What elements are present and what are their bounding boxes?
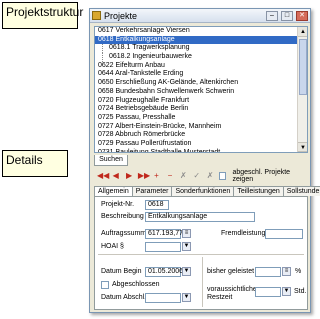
datum-abschl-field[interactable] bbox=[145, 293, 181, 303]
show-closed-checkbox[interactable] bbox=[218, 171, 227, 180]
add-record-icon[interactable]: + bbox=[152, 171, 161, 180]
chevron-down-icon[interactable]: ▼ bbox=[282, 287, 291, 296]
fremdleistung-field[interactable] bbox=[265, 229, 303, 239]
tree-item[interactable]: 0725 Passau, Presshalle bbox=[95, 114, 307, 123]
bisher-geleistet-field[interactable] bbox=[255, 267, 281, 277]
tree-scrollbar[interactable]: ▲ ▼ bbox=[297, 27, 307, 152]
beschreibung-field[interactable]: Entkalkungsanlage bbox=[145, 212, 255, 222]
auftragssumme-field[interactable]: 617.193,77 bbox=[145, 229, 183, 239]
close-button[interactable]: ✕ bbox=[296, 10, 308, 21]
hoai-select[interactable] bbox=[145, 242, 181, 252]
calculator-icon[interactable]: ≡ bbox=[182, 229, 191, 238]
delete-record-icon[interactable]: − bbox=[165, 171, 174, 180]
tab-suchen[interactable]: Suchen bbox=[94, 155, 128, 166]
title-bar[interactable]: Projekte – □ ✕ bbox=[90, 9, 310, 23]
tree-item[interactable]: 0618 Entkalkungsanlage bbox=[95, 35, 307, 45]
tree-item[interactable]: 0644 Aral-Tankstelle Erding bbox=[95, 70, 307, 79]
window-title: Projekte bbox=[104, 10, 138, 21]
tree-item[interactable]: 0729 Passau Pollerüfrustation bbox=[95, 140, 307, 149]
restzeit-field[interactable] bbox=[255, 287, 281, 297]
tree-item[interactable]: 0728 Abbruch Römerbrücke bbox=[95, 131, 307, 140]
std-unit: Std. bbox=[294, 288, 307, 295]
divider bbox=[98, 254, 304, 255]
beschreibung-label: Beschreibung bbox=[101, 213, 144, 220]
datum-beginn-label: Datum Begin bbox=[101, 268, 142, 275]
projekt-nr-label: Projekt-Nr. bbox=[101, 201, 135, 208]
datum-beginn-field[interactable]: 01.05.2006 bbox=[145, 267, 183, 277]
bisher-geleistet-label: bisher geleistet bbox=[207, 268, 255, 275]
scroll-thumb[interactable] bbox=[299, 39, 307, 95]
folder-icon bbox=[92, 11, 101, 20]
chevron-down-icon[interactable]: ▼ bbox=[182, 242, 191, 251]
last-record-icon[interactable]: ▶▶ bbox=[138, 171, 150, 180]
scroll-down-icon[interactable]: ▼ bbox=[298, 142, 307, 152]
first-record-icon[interactable]: ◀◀ bbox=[97, 171, 109, 180]
cancel-icon[interactable]: ✗ bbox=[205, 171, 214, 180]
tree-item[interactable]: 0622 Eifelturm Anbau bbox=[95, 62, 307, 71]
tree-item[interactable]: 0617 Verkehrsanlage Viersen bbox=[95, 27, 307, 36]
calculator-icon[interactable]: ≡ bbox=[282, 267, 291, 276]
hoai-label: HOAI § bbox=[101, 243, 124, 250]
tab-sollstunden[interactable]: Sollstunden bbox=[282, 186, 320, 196]
tree-item[interactable]: 0618.1 Tragwerksplanung bbox=[95, 44, 307, 54]
tab-parameter[interactable]: Parameter bbox=[131, 186, 173, 196]
tree-item[interactable]: 0727 Albert-Einstein-Brücke, Mannheim bbox=[95, 123, 307, 132]
tree-item[interactable]: 0650 Erschließung AK-Gelände, Altenkirch… bbox=[95, 79, 307, 88]
cancel-edit-icon[interactable]: ✗ bbox=[179, 171, 188, 180]
tab-sonderfunktionen[interactable]: Sonderfunktionen bbox=[171, 186, 235, 196]
abgeschlossen-label: Abgeschlossen bbox=[112, 281, 160, 288]
tree-item[interactable]: 0724 Betriebsgebäude Berlin bbox=[95, 105, 307, 114]
minimize-button[interactable]: – bbox=[266, 10, 278, 21]
callout-projektstruktur: Projektstruktur bbox=[2, 2, 83, 29]
scroll-up-icon[interactable]: ▲ bbox=[298, 27, 307, 37]
auftragssumme-label: Auftragssumme bbox=[101, 230, 151, 237]
chevron-down-icon[interactable]: ▼ bbox=[182, 293, 191, 302]
project-tree[interactable]: 0617 Verkehrsanlage Viersen 0618 Entkalku… bbox=[94, 26, 308, 153]
tree-item[interactable]: 0618.2 Ingenieurbauwerke bbox=[95, 53, 307, 62]
details-panel: Projekt-Nr. 0618 Beschreibung Entkalkung… bbox=[94, 196, 308, 310]
restzeit-label: voraussichtliche Restzeit bbox=[207, 286, 257, 301]
projekt-nr-field[interactable]: 0618 bbox=[145, 200, 169, 210]
maximize-button[interactable]: □ bbox=[281, 10, 293, 21]
prev-record-icon[interactable]: ◀ bbox=[111, 171, 120, 180]
next-record-icon[interactable]: ▶ bbox=[124, 171, 133, 180]
tree-item[interactable]: 0731 Bauleitung Stadthalle Musterstadt bbox=[95, 149, 307, 152]
fremdleistung-label: Fremdleistung bbox=[221, 230, 266, 237]
abgeschlossen-checkbox[interactable] bbox=[101, 281, 109, 289]
tab-teilleistungen[interactable]: Teilleistungen bbox=[233, 186, 284, 196]
callout-details: Details bbox=[2, 150, 68, 177]
show-closed-label: abgeschl. Projekte zeigen bbox=[232, 168, 291, 183]
projects-window: Projekte – □ ✕ 0617 Verkehrsanlage Viers… bbox=[89, 8, 320, 313]
confirm-icon[interactable]: ✓ bbox=[192, 171, 201, 180]
percent-unit: % bbox=[295, 268, 302, 275]
chevron-down-icon[interactable]: ▼ bbox=[182, 267, 191, 276]
tree-item[interactable]: 0720 Flugzeughalle Frankfurt bbox=[95, 97, 307, 106]
record-navigator: ◀◀ ◀ ▶ ▶▶ + − ✗ ✓ ✗ abgeschl. Projekte z… bbox=[94, 168, 308, 183]
divider bbox=[202, 257, 203, 307]
datum-abschl-label: Datum Abschl. bbox=[101, 294, 147, 301]
tree-item[interactable]: 0658 Bundesbahn Schwellenwerk Schwerin bbox=[95, 88, 307, 97]
